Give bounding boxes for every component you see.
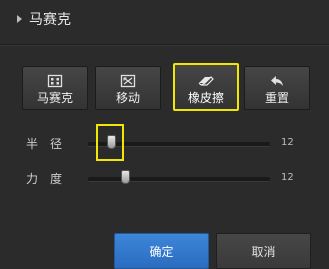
eraser-tool-label: 橡皮擦 (187, 91, 224, 105)
move-icon (118, 73, 138, 89)
move-tool-button[interactable]: 移动 (95, 66, 161, 110)
panel-header[interactable]: 马赛克 (0, 0, 329, 38)
reset-tool-button[interactable]: 重置 (244, 66, 310, 110)
radius-thumb-highlight (96, 124, 124, 161)
reset-tool-label: 重置 (264, 91, 289, 105)
panel-title: 马赛克 (29, 12, 71, 28)
mosaic-tool-button[interactable]: 马赛克 (22, 66, 88, 110)
strength-slider-thumb[interactable] (121, 170, 130, 184)
radius-value: 12 (281, 137, 294, 148)
tool-buttons: 马赛克 移动 橡皮擦 重置 (22, 63, 310, 112)
strength-slider-row: 力度 12 (0, 168, 329, 188)
undo-arrow-icon (267, 73, 287, 89)
radius-slider-row: 半径 12 (0, 133, 329, 153)
radius-label: 半径 (26, 137, 75, 151)
strength-value: 12 (281, 172, 294, 183)
mosaic-panel: 马赛克 马赛克 移动 橡皮擦 重置 半径 12 力度 12 确定 取消 (0, 0, 329, 269)
mosaic-icon (45, 73, 65, 89)
mosaic-tool-label: 马赛克 (36, 91, 73, 105)
header-divider (0, 44, 329, 46)
eraser-icon (196, 73, 216, 89)
eraser-tool-button[interactable]: 橡皮擦 (173, 63, 239, 111)
strength-slider-track[interactable] (88, 177, 270, 182)
strength-label: 力度 (26, 172, 75, 186)
caret-right-icon[interactable] (17, 15, 22, 23)
move-tool-label: 移动 (115, 91, 140, 105)
